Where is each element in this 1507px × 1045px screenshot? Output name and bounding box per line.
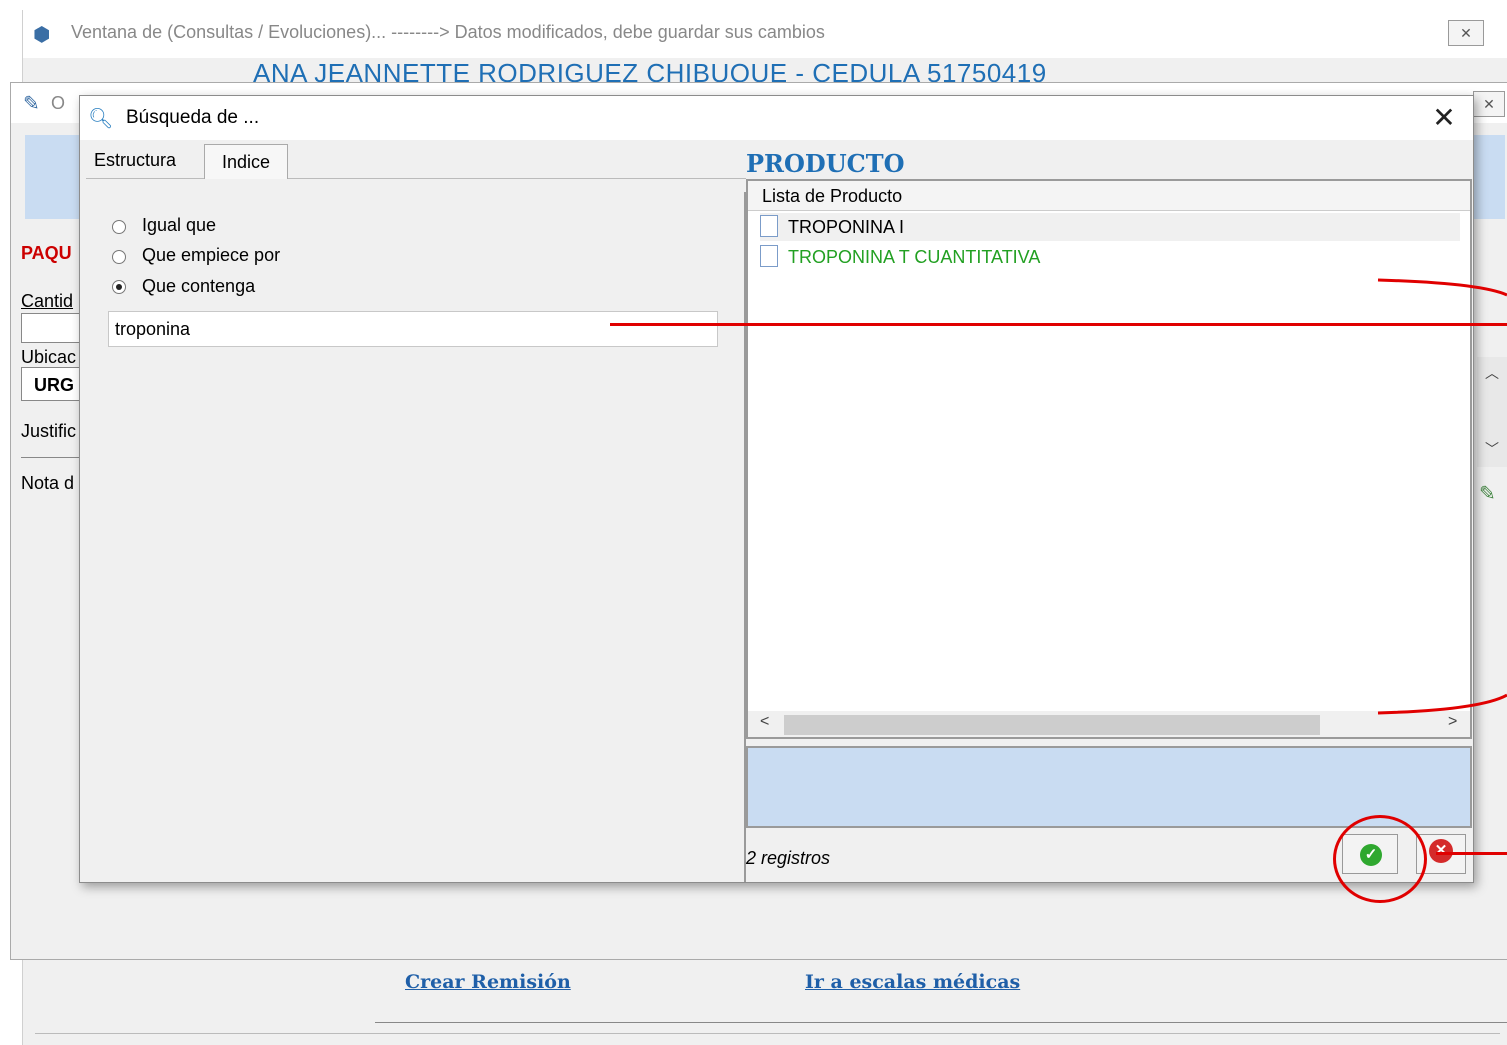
radio-label: Que empiece por [142, 245, 281, 265]
busqueda-dialog: 🔍︎ Búsqueda de ... ✕ Estructura Indice I… [79, 95, 1474, 883]
product-section-title: PRODUCTO [746, 149, 905, 178]
app-icon: ⬢ [33, 24, 51, 46]
ubicacion-field[interactable]: URG [21, 367, 81, 401]
list-item-label: TROPONINA T CUANTITATIVA [788, 247, 1041, 267]
window-edit-icon: ✎ [23, 93, 40, 115]
radio-label: Igual que [142, 215, 217, 235]
list-item[interactable]: TROPONINA T CUANTITATIVA [760, 243, 1040, 271]
consultas-window-title: Ventana de (Consultas / Evoluciones)... … [71, 22, 825, 42]
radio-empiece-por[interactable] [112, 250, 126, 264]
annotation-line [1436, 852, 1507, 855]
annotation-circle [1333, 815, 1427, 903]
product-list[interactable]: Lista de Producto TROPONINA I TROPONINA … [746, 179, 1472, 739]
dialog-close-button[interactable]: ✕ [1424, 102, 1464, 134]
annotation-bracket [1377, 278, 1507, 715]
search-input[interactable] [108, 311, 718, 347]
search-icon: 🔍︎ [88, 108, 114, 130]
tab-indice[interactable]: Indice [204, 144, 288, 179]
cancel-icon: ✕ [1429, 839, 1453, 863]
list-item[interactable]: TROPONINA I [760, 213, 1460, 241]
document-icon [760, 215, 778, 238]
paquete-label: PAQU [21, 243, 72, 263]
document-icon [760, 245, 778, 268]
list-item-label: TROPONINA I [788, 217, 905, 237]
nota-label: Nota d [21, 473, 75, 493]
consultas-titlebar: ⬢ Ventana de (Consultas / Evoluciones)..… [23, 10, 1507, 58]
chevron-left-icon[interactable]: < [760, 713, 769, 731]
consultas-close-button[interactable]: ✕ [1448, 20, 1484, 46]
radio-igual-que[interactable] [112, 220, 126, 234]
dialog-title: Búsqueda de ... [126, 107, 260, 128]
radio-label: Que contenga [142, 276, 256, 296]
escalas-medicas-link[interactable]: Ir a escalas médicas [805, 971, 1020, 993]
bottom-divider [375, 1022, 1507, 1023]
detail-panel [746, 746, 1472, 828]
list-header[interactable]: Lista de Producto [748, 181, 1470, 211]
radio-contenga[interactable] [112, 280, 126, 294]
scrollbar-thumb[interactable] [784, 715, 1320, 735]
record-count: 2 registros [746, 848, 831, 868]
justificacion-label: Justific [21, 421, 77, 441]
cantidad-field[interactable] [21, 313, 83, 343]
dialog-titlebar: 🔍︎ Búsqueda de ... ✕ [80, 96, 1473, 140]
orden-window-title: O [51, 93, 66, 113]
tab-estructura[interactable]: Estructura [94, 150, 176, 171]
tab-divider [86, 178, 746, 179]
orden-close-button[interactable]: ✕ [1473, 91, 1505, 117]
ubicacion-label: Ubicac [21, 347, 77, 367]
crear-remision-link[interactable]: Crear Remisión [405, 971, 571, 993]
horizontal-scrollbar[interactable]: < > [748, 711, 1470, 737]
cantidad-label: Cantid [21, 291, 74, 311]
